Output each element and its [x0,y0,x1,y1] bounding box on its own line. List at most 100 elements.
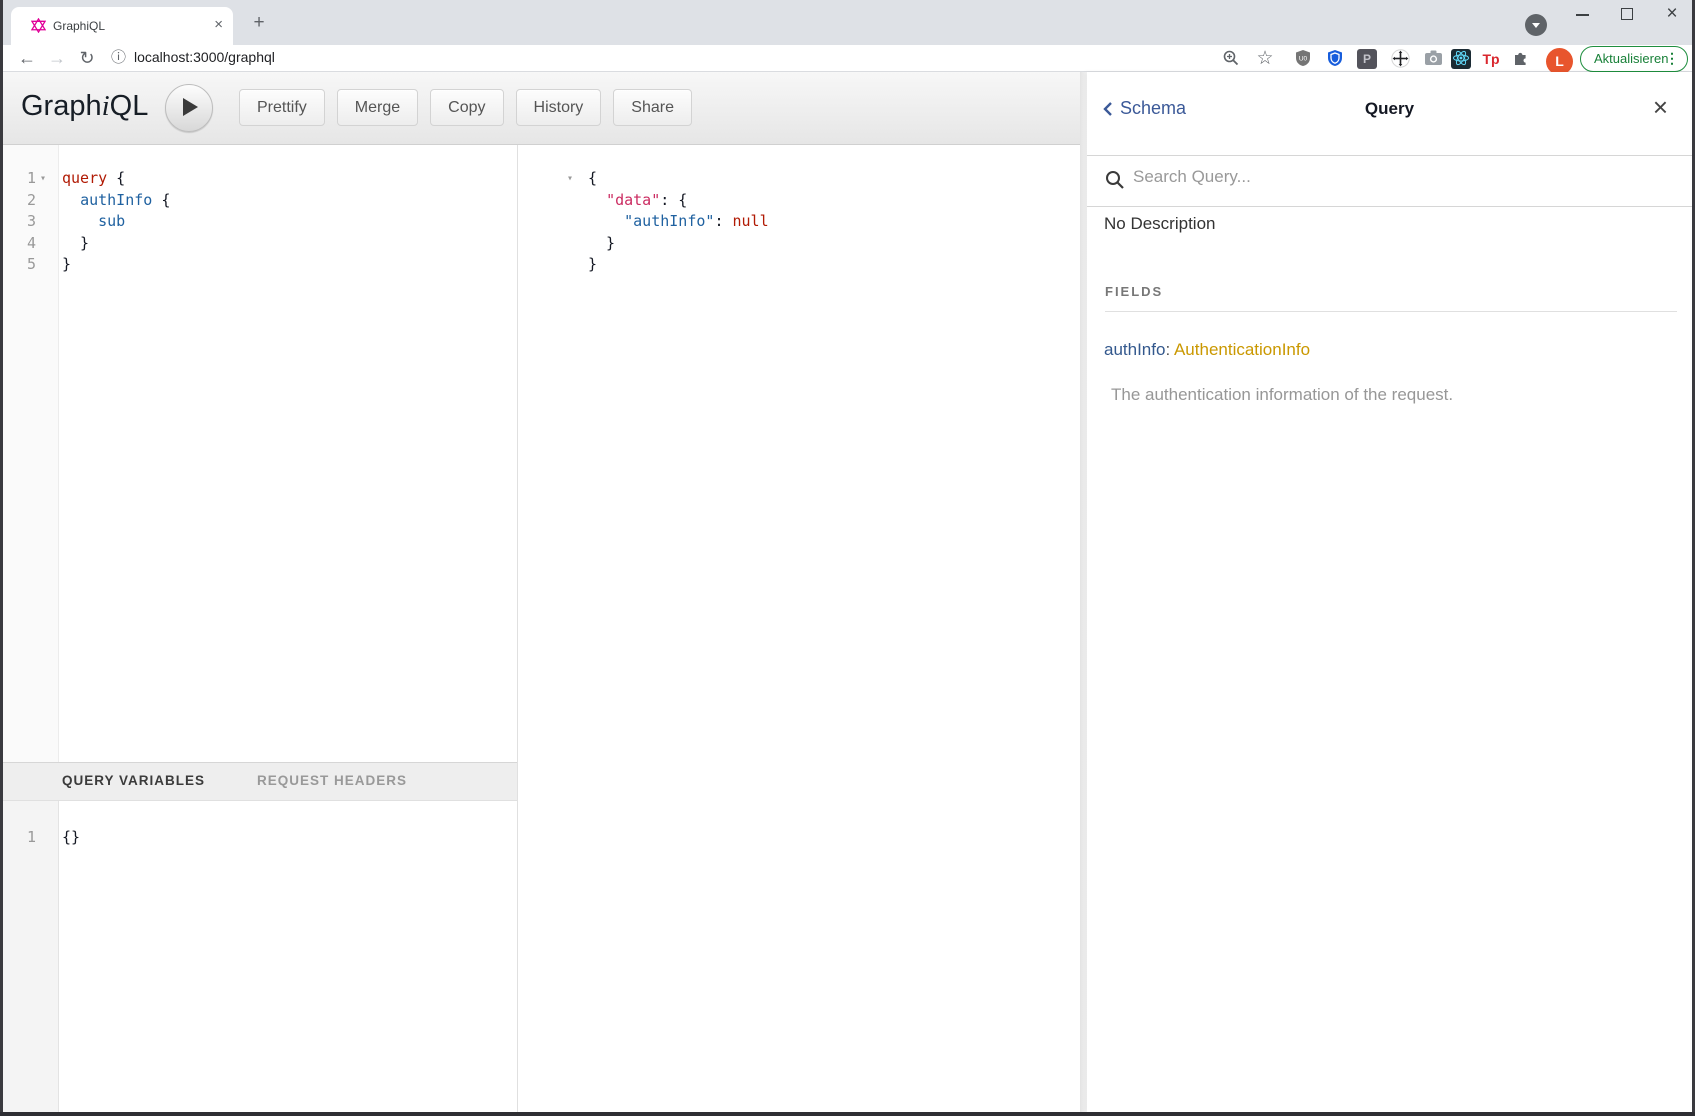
fields-heading: FIELDS [1105,284,1163,299]
code-text: } [50,254,71,276]
ublock-extension-icon[interactable]: U0 [1293,49,1313,69]
kebab-menu-icon[interactable]: ⋮ [1665,50,1679,67]
fold-arrow-icon[interactable]: ▾ [36,168,50,190]
code-line: "authInfo": null [539,211,1080,233]
bookmark-star-icon[interactable]: ☆ [1255,49,1275,69]
code-text: {} [50,827,80,849]
toolbar-button-prettify[interactable]: Prettify [239,89,325,126]
fold-spacer [563,211,577,233]
code-text: authInfo { [50,190,170,212]
zoom-page-icon[interactable] [1221,49,1241,69]
code-line: 1 {} [3,827,517,849]
browser-toolbar: ← → ↻ ⓘ localhost:3000/graphql ☆ U0 P Tp… [3,45,1692,72]
code-line: 4 } [3,233,517,255]
media-controls-icon[interactable] [1525,14,1547,36]
toolbar-buttons: Prettify Merge Copy History Share [239,89,692,126]
update-extension-button[interactable]: Aktualisieren ⋮ [1580,46,1688,72]
doc-panel-title: Query [1087,99,1692,119]
code-line: } [539,233,1080,255]
doc-close-icon[interactable]: × [1653,92,1668,123]
tampermonkey-extension-icon[interactable]: Tp [1481,49,1501,69]
line-number: 3 [3,211,36,233]
new-tab-button[interactable]: + [246,10,272,36]
update-button-label: Aktualisieren [1594,51,1668,66]
fold-spacer [36,827,50,849]
graphiql-topbar: GraphiQL Prettify Merge Copy History Share [3,72,1080,145]
bitwarden-extension-icon[interactable] [1325,49,1345,69]
tab-request-headers[interactable]: REQUEST HEADERS [257,773,407,788]
doc-search-input[interactable] [1131,166,1655,188]
profile-avatar[interactable]: L [1546,48,1573,75]
variable-editor-titlebar: QUERY VARIABLES REQUEST HEADERS [3,762,517,801]
extensions-puzzle-icon[interactable] [1511,49,1531,69]
line-number: 2 [3,190,36,212]
field-name-link[interactable]: authInfo [1104,340,1165,359]
window-minimize-button[interactable] [1569,0,1597,30]
fold-arrow-icon[interactable]: ▾ [563,168,577,190]
line-number: 5 [3,254,36,276]
code-line: ▾{ [539,168,1080,190]
crosshair-extension-icon[interactable] [1390,49,1410,69]
doc-search-row [1087,155,1692,207]
fold-spacer [36,254,50,276]
fields-divider [1105,311,1677,312]
code-line: 2 authInfo { [3,190,517,212]
line-number: 1 [3,168,36,190]
execute-query-button[interactable] [165,84,213,132]
graphiql-app: GraphiQL Prettify Merge Copy History Share 1… [3,72,1692,1112]
doc-explorer-panel: Schema Query × No Description FIELDS aut… [1087,72,1692,1112]
tab-title: GraphiQL [53,19,105,33]
page-info-icon[interactable]: ⓘ [111,46,126,67]
code-text: sub [50,211,125,233]
react-devtools-icon[interactable] [1451,49,1471,69]
fold-spacer [563,190,577,212]
code-text: } [577,233,615,255]
field-separator: : [1165,340,1174,359]
code-text: "data": { [577,190,687,212]
code-text: } [50,233,89,255]
back-icon[interactable]: ← [15,45,39,72]
tab-query-variables[interactable]: QUERY VARIABLES [62,773,205,788]
window-close-button[interactable]: × [1657,0,1687,30]
tab-close-icon[interactable]: × [214,16,223,33]
play-icon [183,98,198,116]
code-text: "authInfo": null [577,211,769,233]
window-maximize-button[interactable] [1613,0,1641,30]
browser-tab-graphiql[interactable]: GraphiQL × [11,7,233,45]
reload-icon[interactable]: ↻ [75,45,99,72]
toolbar-button-copy[interactable]: Copy [430,89,503,126]
query-editor[interactable]: 1▾query {2 authInfo {3 sub4 }5} [3,145,517,762]
browser-window: GraphiQL × + × ← → ↻ ⓘ localhost:3000/gr… [0,0,1695,1116]
svg-text:U0: U0 [1299,56,1308,63]
screenshot-camera-icon[interactable] [1423,49,1443,69]
field-type-link[interactable]: AuthenticationInfo [1174,340,1310,359]
forward-icon[interactable]: → [45,45,69,72]
code-text: { [577,168,597,190]
code-text: query { [50,168,125,190]
line-number: 1 [3,827,36,849]
code-line: "data": { [539,190,1080,212]
toolbar-button-history[interactable]: History [516,89,602,126]
fold-spacer [563,254,577,276]
variables-editor[interactable]: 1 {} [3,801,517,1112]
tab-strip: GraphiQL × + × [3,0,1692,45]
toolbar-button-share[interactable]: Share [613,89,692,126]
fold-spacer [36,233,50,255]
field-description: The authentication information of the re… [1111,385,1453,405]
field-row-authinfo: authInfo: AuthenticationInfo [1104,340,1310,360]
fold-spacer [36,190,50,212]
pocket-extension-icon[interactable]: P [1357,49,1377,69]
line-number: 4 [3,233,36,255]
doc-explorer-header: Schema Query × [1087,72,1692,156]
graphql-favicon-icon [31,18,46,33]
toolbar-button-merge[interactable]: Merge [337,89,418,126]
result-viewer[interactable]: ▾{ "data": { "authInfo": null }} [539,145,1080,1112]
doc-panel-divider[interactable] [1080,72,1087,1112]
address-bar[interactable]: localhost:3000/graphql [134,49,275,65]
code-line: 5} [3,254,517,276]
code-line: 1▾query { [3,168,517,190]
window-frame [0,0,3,1116]
code-line: 3 sub [3,211,517,233]
pane-resize-handle[interactable] [517,145,540,1112]
graphiql-logo: GraphiQL [21,90,148,123]
